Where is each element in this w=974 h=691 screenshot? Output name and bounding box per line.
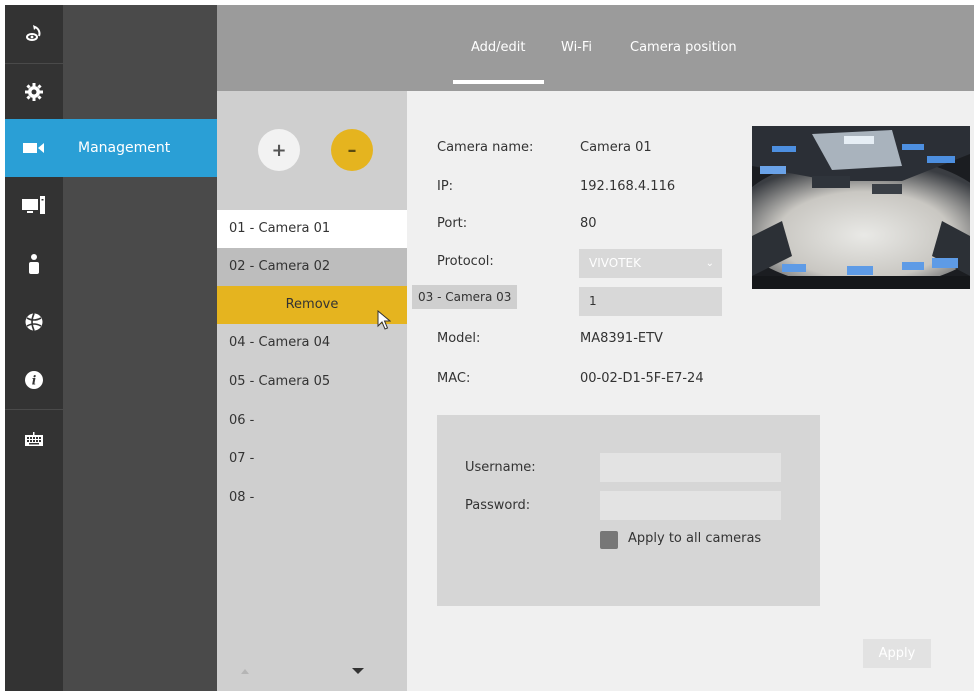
icon-rail: i [5, 5, 63, 691]
password-label: Password: [465, 498, 531, 513]
camera-list-item[interactable]: 01 - Camera 01 [217, 210, 407, 248]
mouse-cursor-icon [377, 309, 392, 334]
info-icon: i [24, 370, 44, 390]
rail-item-info[interactable]: i [5, 351, 63, 409]
subnav-item-management[interactable]: Management [63, 119, 217, 177]
tab-wifi[interactable]: Wi-Fi [561, 40, 592, 55]
rail-item-user[interactable] [5, 235, 63, 293]
camera-icon [23, 141, 45, 155]
tab-camera-position[interactable]: Camera position [630, 40, 737, 55]
apply-button[interactable]: Apply [863, 639, 931, 668]
model-label: Model: [437, 331, 481, 346]
username-label: Username: [465, 460, 536, 475]
camera-list-item[interactable]: 08 - [217, 479, 407, 517]
remove-camera-button[interactable]: – [331, 129, 373, 171]
camera-preview-image [752, 126, 970, 289]
computer-icon [22, 196, 46, 216]
model-value: MA8391-ETV [580, 331, 663, 346]
gear-icon [24, 82, 44, 102]
rail-item-keyboard[interactable] [5, 410, 63, 468]
rail-item-network[interactable] [5, 293, 63, 351]
camera-list-item[interactable]: 02 - Camera 02 [217, 248, 407, 286]
ip-value: 192.168.4.116 [580, 179, 676, 194]
svg-text:i: i [32, 374, 37, 388]
channel-field[interactable]: 1 [579, 287, 722, 316]
active-tab-indicator [453, 80, 544, 84]
protocol-select[interactable]: VIVOTEK ⌄ [579, 249, 722, 278]
camera-list-item[interactable]: 07 - [217, 440, 407, 478]
protocol-value: VIVOTEK [589, 256, 641, 270]
apply-all-checkbox[interactable] [600, 531, 618, 549]
apply-all-label: Apply to all cameras [628, 531, 762, 546]
camera-list-item[interactable]: 05 - Camera 05 [217, 363, 407, 401]
chevron-down-icon: ⌄ [705, 258, 714, 269]
camera-list-item[interactable]: 06 - [217, 402, 407, 440]
scroll-up-arrow-icon[interactable] [241, 669, 249, 674]
port-label: Port: [437, 216, 468, 231]
port-value: 80 [580, 216, 597, 231]
drag-ghost-item: 03 - Camera 03 [412, 285, 518, 309]
protocol-label: Protocol: [437, 254, 494, 269]
tab-add-edit[interactable]: Add/edit [471, 40, 526, 55]
ip-label: IP: [437, 179, 454, 194]
dewarp-icon [24, 24, 44, 44]
secondary-nav: Management [63, 5, 217, 691]
password-input[interactable] [600, 491, 781, 520]
add-camera-button[interactable]: + [258, 129, 300, 171]
top-tab-bar: Add/edit Wi-Fi Camera position [217, 5, 974, 91]
username-input[interactable] [600, 453, 781, 482]
camera-edit-form: Camera name: Camera 01 IP: 192.168.4.116… [407, 91, 974, 691]
rail-item-dewarp[interactable] [5, 5, 63, 63]
credentials-panel: Username: Password: Apply to all cameras [437, 415, 820, 606]
keyboard-icon [25, 432, 43, 446]
rail-item-system[interactable] [5, 177, 63, 235]
globe-icon [24, 312, 44, 332]
camera-name-label: Camera name: [437, 140, 534, 155]
app-frame: i Management Add/edit Wi-Fi Camera posit… [5, 5, 974, 691]
camera-list-panel: + – 01 - Camera 01 02 - Camera 02 Remove… [217, 91, 407, 691]
rail-item-camera[interactable] [5, 119, 63, 177]
user-icon [27, 254, 41, 274]
scroll-down-arrow-icon[interactable] [352, 668, 364, 674]
mac-label: MAC: [437, 371, 471, 386]
camera-name-value: Camera 01 [580, 140, 652, 155]
rail-item-settings[interactable] [5, 63, 63, 121]
mac-value: 00-02-D1-5F-E7-24 [580, 371, 704, 386]
